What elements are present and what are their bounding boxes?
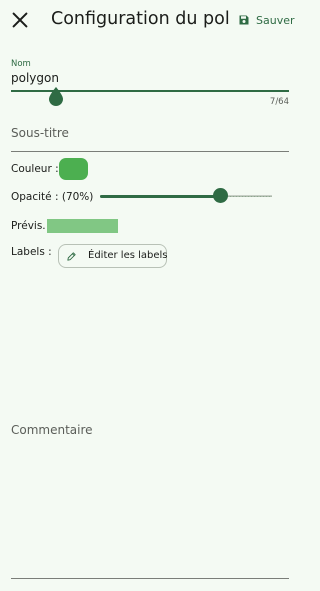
color-label: Couleur : <box>11 163 59 175</box>
subtitle-underline <box>11 151 289 152</box>
save-icon <box>239 15 249 25</box>
page-title: Configuration du pol... <box>51 9 231 29</box>
edit-labels-button-label: Éditer les labels <box>88 250 168 261</box>
comment-field[interactable]: Commentaire <box>11 417 289 579</box>
edit-labels-button[interactable]: Éditer les labels <box>58 244 168 268</box>
comment-placeholder: Commentaire <box>11 423 93 437</box>
text-handle-icon <box>49 87 63 106</box>
save-button[interactable]: Sauver <box>238 11 295 29</box>
close-button[interactable] <box>9 9 31 31</box>
subtitle-field[interactable]: Sous-titre <box>11 120 289 153</box>
opacity-slider-fill <box>100 194 221 198</box>
character-counter: 7/64 <box>269 97 289 107</box>
save-button-label: Sauver <box>256 13 295 27</box>
color-picker-swatch[interactable] <box>59 158 88 180</box>
labels-label: Labels : <box>11 246 52 258</box>
app-bar: Configuration du pol... Sauver <box>0 0 300 40</box>
subtitle-placeholder: Sous-titre <box>11 126 69 140</box>
name-field-value[interactable]: polygon <box>11 71 59 85</box>
pencil-icon <box>67 252 76 261</box>
text-cursor-handle[interactable] <box>46 85 66 107</box>
opacity-slider-thumb[interactable] <box>212 188 228 203</box>
opacity-label: Opacité : (70%) <box>11 191 94 203</box>
comment-underline <box>11 578 289 579</box>
opacity-slider[interactable] <box>100 186 272 206</box>
preview-swatch <box>47 219 118 233</box>
close-icon <box>12 12 28 28</box>
preview-label: Prévis. <box>11 220 46 232</box>
name-field-label: Nom <box>11 59 31 69</box>
